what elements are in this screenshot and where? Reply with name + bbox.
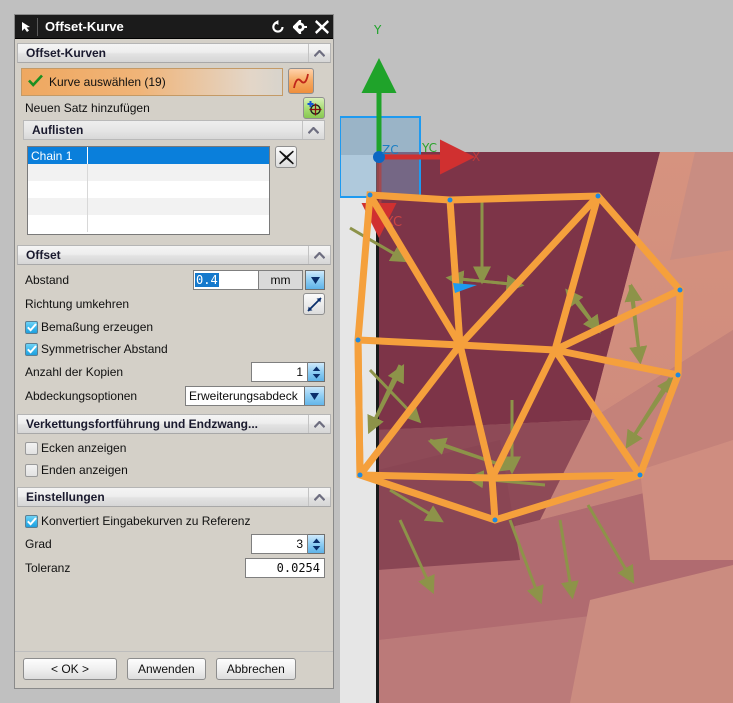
section-title: Verkettungsfortführung und Endzwang... — [26, 417, 258, 431]
svg-text:ZC: ZC — [382, 143, 399, 157]
sub-section-header-list[interactable]: Auflisten — [23, 120, 325, 140]
ok-button[interactable]: < OK > — [23, 658, 117, 680]
list-item[interactable]: Chain 1 — [28, 147, 269, 164]
list-item-label: Chain 1 — [28, 147, 88, 164]
section-title: Einstellungen — [26, 490, 105, 504]
list-row-empty[interactable] — [28, 164, 269, 181]
tolerance-label: Toleranz — [25, 561, 71, 575]
check-mark-icon — [28, 74, 43, 90]
dialog-body: Offset-Kurven Kurve auswählen (19) Neuen… — [15, 39, 333, 651]
cancel-button[interactable]: Abbrechen — [215, 658, 296, 680]
collapse-toggle[interactable] — [308, 415, 330, 433]
list-row-empty[interactable] — [28, 215, 269, 232]
spinner-copies[interactable] — [308, 362, 325, 382]
show-corners-row[interactable]: Ecken anzeigen — [17, 437, 331, 459]
section-header-offset[interactable]: Offset — [17, 245, 331, 265]
collapse-toggle[interactable] — [308, 246, 330, 264]
delete-x-icon[interactable] — [275, 146, 297, 168]
copies-label: Anzahl der Kopien — [25, 365, 124, 379]
select-curve-label: Kurve auswählen (19) — [49, 75, 166, 89]
copies-input[interactable]: 1 — [251, 362, 308, 382]
arrow-cursor-icon — [15, 16, 37, 38]
curve-icon[interactable] — [288, 68, 314, 94]
show-ends-label: Enden anzeigen — [41, 463, 128, 477]
dialog-titlebar[interactable]: Offset-Kurve — [15, 15, 333, 39]
symmetric-distance-label: Symmetrischer Abstand — [41, 342, 168, 356]
section-body-chaining: Ecken anzeigen Enden anzeigen — [17, 434, 331, 485]
show-corners-label: Ecken anzeigen — [41, 441, 127, 455]
flip-direction-icon[interactable] — [303, 293, 325, 315]
sub-section-title: Auflisten — [32, 123, 84, 137]
symmetric-distance-row[interactable]: Symmetrischer Abstand — [17, 338, 331, 360]
degree-input[interactable]: 3 — [251, 534, 308, 554]
checkbox-unchecked-icon[interactable] — [25, 441, 38, 455]
show-ends-row[interactable]: Enden anzeigen — [17, 459, 331, 481]
trim-options-value: Erweiterungsabdeck — [189, 389, 298, 403]
checkbox-checked-icon[interactable] — [25, 320, 38, 334]
collapse-toggle[interactable] — [308, 488, 330, 506]
spinner-degree[interactable] — [308, 534, 325, 554]
chevron-down-icon[interactable] — [305, 270, 325, 290]
distance-input[interactable]: 0.4 — [193, 270, 259, 290]
create-dimension-row[interactable]: Bemaßung erzeugen — [17, 316, 331, 338]
reset-icon[interactable] — [267, 16, 289, 38]
offset-curve-dialog: Offset-Kurve Offset-Kurven Kurve auswähl… — [14, 14, 334, 689]
distance-label: Abstand — [25, 273, 70, 287]
trim-options-select[interactable]: Erweiterungsabdeck — [185, 386, 325, 406]
section-header-offset-curves[interactable]: Offset-Kurven — [17, 43, 331, 63]
section-body-settings: Konvertiert Eingabekurven zu Referenz Gr… — [17, 507, 331, 584]
dialog-spacer — [17, 584, 331, 651]
list-row-empty[interactable] — [28, 198, 269, 215]
add-set-label: Neuen Satz hinzufügen — [25, 101, 150, 115]
checkbox-unchecked-icon[interactable] — [25, 463, 38, 477]
collapse-toggle-list[interactable] — [302, 121, 324, 139]
convert-to-reference-label: Konvertiert Eingabekurven zu Referenz — [41, 514, 251, 528]
select-curve-row[interactable]: Kurve auswählen (19) — [21, 68, 283, 96]
collapse-toggle[interactable] — [308, 44, 330, 62]
convert-to-reference-row[interactable]: Konvertiert Eingabekurven zu Referenz — [17, 510, 331, 532]
3d-viewport[interactable]: Y X ZC YC XC — [340, 0, 733, 703]
list-row-empty[interactable] — [28, 181, 269, 198]
chain-listbox[interactable]: Chain 1 — [27, 146, 270, 235]
svg-text:Y: Y — [373, 23, 382, 37]
section-title: Offset-Kurven — [26, 46, 107, 60]
section-header-settings[interactable]: Einstellungen — [17, 487, 331, 507]
section-body-offset-curves: Kurve auswählen (19) Neuen Satz hinzufüg… — [17, 63, 331, 243]
section-body-offset: Abstand 0.4 mm Richtung umkehren Bemaßun… — [17, 265, 331, 412]
degree-label: Grad — [25, 537, 52, 551]
add-set-icon[interactable] — [303, 97, 325, 119]
svg-text:X: X — [472, 150, 480, 164]
viewport-scene: Y X ZC YC XC — [340, 0, 733, 703]
apply-button[interactable]: Anwenden — [127, 658, 206, 680]
create-dimension-label: Bemaßung erzeugen — [41, 320, 154, 334]
distance-value: 0.4 — [195, 273, 219, 287]
close-icon[interactable] — [311, 16, 333, 38]
application-window: Y X ZC YC XC Offset-Kurve Offset-Kurven … — [0, 0, 733, 703]
section-title: Offset — [26, 248, 61, 262]
checkbox-checked-icon[interactable] — [25, 514, 38, 528]
list-area: Chain 1 — [27, 146, 325, 235]
svg-text:YC: YC — [421, 141, 437, 155]
reverse-direction-label: Richtung umkehren — [25, 297, 130, 311]
distance-unit[interactable]: mm — [259, 270, 303, 290]
dialog-footer: < OK > Anwenden Abbrechen — [15, 651, 333, 688]
gear-icon[interactable] — [289, 16, 311, 38]
checkbox-checked-icon[interactable] — [25, 342, 38, 356]
trim-options-label: Abdeckungsoptionen — [25, 389, 138, 403]
section-header-chaining[interactable]: Verkettungsfortführung und Endzwang... — [17, 414, 331, 434]
model-faces — [378, 152, 733, 703]
list-item-value — [88, 147, 269, 164]
dialog-title: Offset-Kurve — [45, 19, 124, 34]
tolerance-input[interactable]: 0.0254 — [245, 558, 325, 578]
chevron-down-icon[interactable] — [304, 387, 324, 405]
